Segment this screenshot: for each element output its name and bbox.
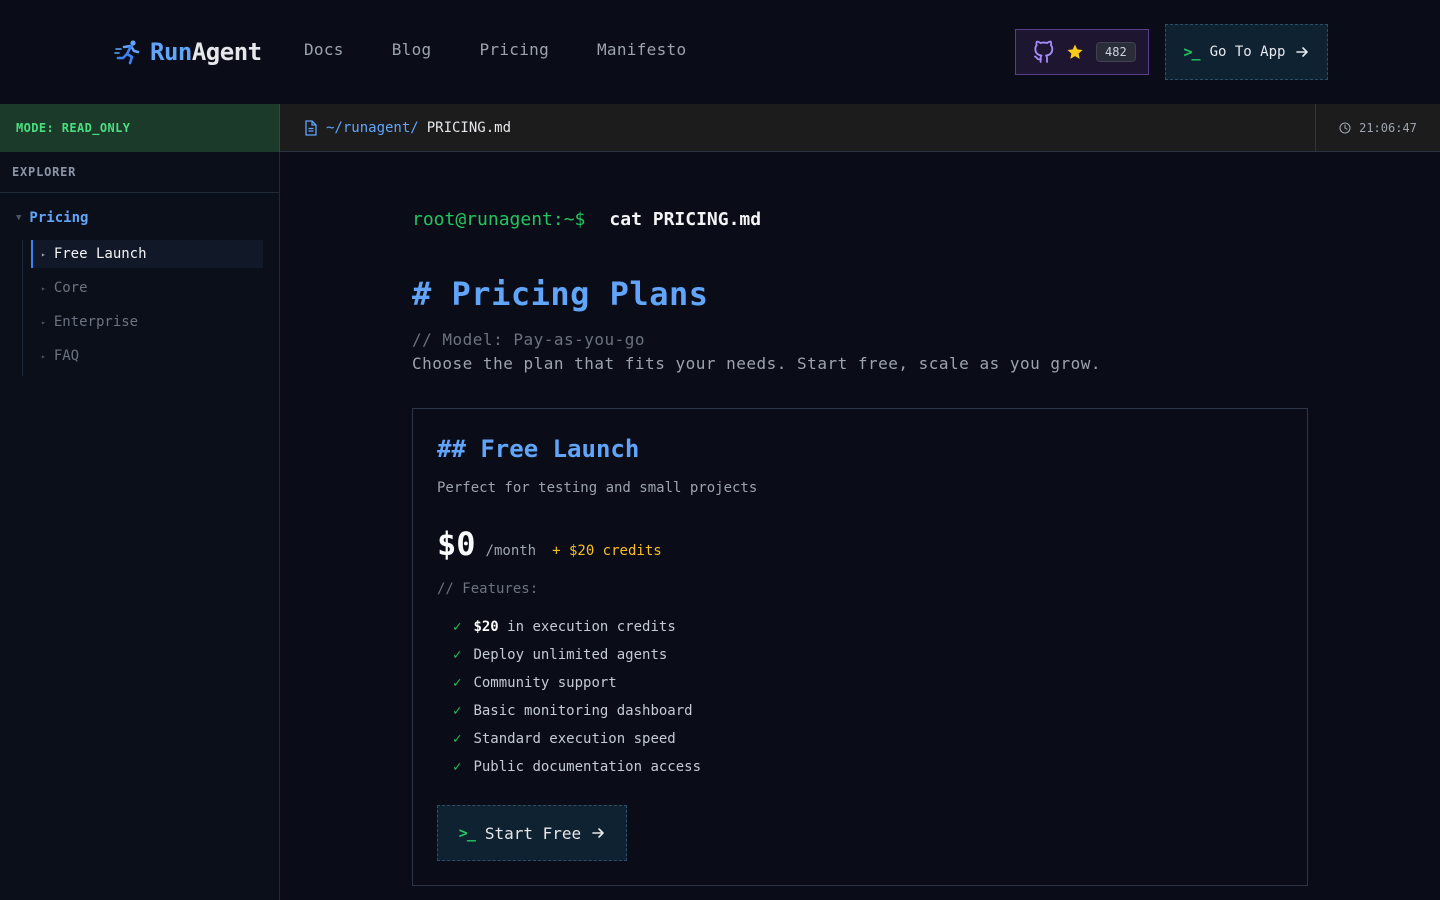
bullet-icon: ▸ (41, 249, 46, 259)
status-bar: MODE: READ_ONLY ~/runagent/ PRICING.md 2… (0, 104, 1440, 152)
clock: 21:06:47 (1315, 104, 1440, 152)
bullet-icon: ▸ (41, 283, 46, 293)
main-content: root@runagent:~$ cat PRICING.md # Pricin… (281, 153, 1440, 900)
plan-price: $0 (437, 525, 476, 563)
tree-item-faq[interactable]: ▸ FAQ (31, 342, 263, 370)
nav-links: Docs Blog Pricing Manifesto (304, 40, 686, 64)
tree-item-label: Core (53, 280, 88, 296)
shell-command: cat PRICING.md (609, 209, 762, 230)
caret-down-icon: ▼ (16, 213, 22, 223)
pricing-model-comment: // Model: Pay-as-you-go (412, 330, 646, 349)
shell-prompt: root@runagent:~$ (412, 209, 586, 230)
terminal-prompt-icon: >_ (1183, 43, 1201, 61)
nav-link-docs[interactable]: Docs (304, 40, 344, 64)
plan-credits: + $20 credits (552, 543, 662, 559)
mode-badge: MODE: READ_ONLY (0, 104, 280, 152)
check-icon: ✓ (453, 759, 462, 775)
feature-text: Community support (473, 675, 617, 691)
file-icon (305, 120, 317, 136)
bullet-icon: ▸ (41, 351, 46, 361)
path-filename: PRICING.md (426, 120, 512, 136)
feature-text: Public documentation access (473, 759, 702, 775)
nav-link-blog[interactable]: Blog (392, 40, 432, 64)
tree-item-free-launch[interactable]: ▸ Free Launch (31, 240, 263, 268)
star-icon (1067, 44, 1083, 59)
github-stars-button[interactable]: 482 (1015, 29, 1149, 75)
price-row: $0 /month + $20 credits (437, 525, 662, 563)
nav-link-pricing[interactable]: Pricing (479, 40, 549, 64)
check-icon: ✓ (453, 675, 462, 691)
arrow-right-icon (1296, 47, 1309, 57)
tree-item-label: Free Launch (53, 246, 147, 262)
terminal-prompt-icon: >_ (458, 824, 476, 842)
tree-folder-label: Pricing (29, 210, 89, 226)
feature-text: Deploy unlimited agents (473, 647, 668, 663)
plan-title: ## Free Launch (437, 435, 640, 463)
nav-link-manifesto[interactable]: Manifesto (597, 40, 686, 64)
feature-item: ✓ Deploy unlimited agents (453, 641, 701, 669)
tree-item-label: FAQ (53, 348, 80, 364)
feature-highlight: $20 (473, 619, 499, 635)
check-icon: ✓ (453, 703, 462, 719)
file-path-breadcrumb: ~/runagent/ PRICING.md (304, 104, 511, 152)
feature-text: Standard execution speed (473, 731, 676, 747)
explorer-title: EXPLORER (0, 152, 279, 193)
feature-item: ✓ Standard execution speed (453, 725, 701, 753)
github-icon (1034, 40, 1054, 63)
path-directory[interactable]: ~/runagent/ (326, 120, 419, 136)
top-navigation: RunAgent Docs Blog Pricing Manifesto 482… (0, 0, 1440, 104)
bullet-icon: ▸ (41, 317, 46, 327)
feature-item: ✓ Public documentation access (453, 753, 701, 781)
arrow-right-icon (592, 828, 604, 838)
page-title: # Pricing Plans (412, 275, 709, 313)
feature-text: Basic monitoring dashboard (473, 703, 693, 719)
price-period: /month (485, 543, 537, 559)
start-free-label: Start Free (484, 823, 582, 843)
feature-item: ✓ Community support (453, 669, 701, 697)
brand-logo[interactable]: RunAgent (114, 36, 262, 68)
feature-list: ✓ $20 in execution credits ✓ Deploy unli… (453, 613, 701, 781)
brand-name: RunAgent (150, 38, 262, 66)
go-to-app-button[interactable]: >_ Go To App (1165, 24, 1328, 80)
features-label: // Features: (437, 581, 539, 597)
clock-time: 21:06:47 (1359, 121, 1417, 135)
feature-item: ✓ $20 in execution credits (453, 613, 701, 641)
feature-rest: in execution credits (507, 619, 676, 635)
tree-item-enterprise[interactable]: ▸ Enterprise (31, 308, 263, 336)
tree-item-core[interactable]: ▸ Core (31, 274, 263, 302)
plan-subtitle: Perfect for testing and small projects (437, 480, 758, 496)
start-free-button[interactable]: >_ Start Free (437, 805, 627, 861)
feature-text: $20 in execution credits (473, 619, 675, 635)
check-icon: ✓ (453, 619, 462, 635)
running-figure-icon (114, 40, 140, 65)
tree-folder-pricing[interactable]: ▼ Pricing (16, 210, 88, 226)
go-to-app-label: Go To App (1209, 44, 1286, 60)
tree-children: ▸ Free Launch ▸ Core ▸ Enterprise ▸ FAQ (22, 240, 263, 376)
explorer-sidebar: EXPLORER ▼ Pricing ▸ Free Launch ▸ Core … (0, 152, 280, 900)
page-description: Choose the plan that fits your needs. St… (412, 354, 1102, 373)
feature-item: ✓ Basic monitoring dashboard (453, 697, 701, 725)
star-count: 482 (1096, 42, 1136, 62)
tree-item-label: Enterprise (53, 314, 139, 330)
check-icon: ✓ (453, 647, 462, 663)
plan-card-free-launch: ## Free Launch Perfect for testing and s… (412, 408, 1308, 886)
command-line: root@runagent:~$ cat PRICING.md (412, 209, 761, 230)
clock-icon (1339, 122, 1351, 134)
check-icon: ✓ (453, 731, 462, 747)
